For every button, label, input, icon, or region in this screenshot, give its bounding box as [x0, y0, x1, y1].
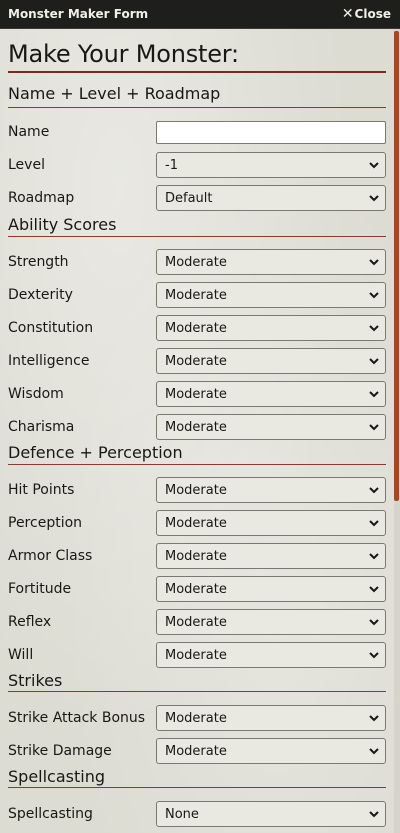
hit-points-select-value: Moderate: [165, 483, 227, 498]
chevron-down-icon: [369, 162, 379, 169]
constitution-select-value: Moderate: [165, 321, 227, 336]
perception-label: Perception: [8, 515, 83, 531]
chevron-down-icon: [369, 520, 379, 527]
strike-damage-label: Strike Damage: [8, 743, 112, 759]
chevron-down-icon: [369, 259, 379, 266]
chevron-down-icon: [369, 487, 379, 494]
section-title-defence: Defence + Perception: [8, 443, 183, 462]
fortitude-select-value: Moderate: [165, 582, 227, 597]
charisma-label: Charisma: [8, 419, 75, 435]
hit-points-select[interactable]: Moderate: [156, 477, 386, 503]
wisdom-select[interactable]: Moderate: [156, 381, 386, 407]
will-select-value: Moderate: [165, 648, 227, 663]
title-divider: [8, 71, 386, 73]
roadmap-select[interactable]: Default: [156, 185, 386, 211]
section-divider: [8, 691, 386, 692]
constitution-select[interactable]: Moderate: [156, 315, 386, 341]
close-label: Close: [354, 7, 391, 21]
reflex-label: Reflex: [8, 614, 52, 630]
chevron-down-icon: [369, 391, 379, 398]
section-divider: [8, 464, 386, 465]
chevron-down-icon: [369, 748, 379, 755]
chevron-down-icon: [369, 811, 379, 818]
section-divider: [8, 787, 386, 788]
strength-label: Strength: [8, 254, 69, 270]
will-label: Will: [8, 647, 34, 663]
level-select-value: -1: [165, 158, 178, 173]
strength-select[interactable]: Moderate: [156, 249, 386, 275]
form-body: Make Your Monster: Name + Level + Roadma…: [0, 29, 394, 833]
roadmap-select-value: Default: [165, 191, 213, 206]
strike-attack-bonus-label: Strike Attack Bonus: [8, 710, 146, 726]
scrollbar-thumb[interactable]: [394, 31, 399, 501]
name-input[interactable]: [156, 121, 386, 144]
fortitude-select[interactable]: Moderate: [156, 576, 386, 602]
chevron-down-icon: [369, 325, 379, 332]
level-label: Level: [8, 157, 45, 173]
spellcasting-select-value: None: [165, 807, 199, 822]
name-label: Name: [8, 124, 50, 140]
chevron-down-icon: [369, 424, 379, 431]
spellcasting-label: Spellcasting: [8, 806, 93, 822]
wisdom-label: Wisdom: [8, 386, 64, 402]
section-title-spellcasting: Spellcasting: [8, 767, 105, 786]
strength-select-value: Moderate: [165, 255, 227, 270]
perception-select-value: Moderate: [165, 516, 227, 531]
page-title: Make Your Monster:: [8, 40, 239, 68]
perception-select[interactable]: Moderate: [156, 510, 386, 536]
section-divider: [8, 236, 386, 237]
intelligence-select-value: Moderate: [165, 354, 227, 369]
chevron-down-icon: [369, 358, 379, 365]
constitution-label: Constitution: [8, 320, 94, 336]
level-select[interactable]: -1: [156, 152, 386, 178]
spellcasting-select[interactable]: None: [156, 801, 386, 827]
scrollbar[interactable]: [394, 29, 400, 833]
window-titlebar: Monster Maker Form ✕Close: [0, 0, 400, 29]
hit-points-label: Hit Points: [8, 482, 75, 498]
window-title: Monster Maker Form: [8, 7, 149, 21]
charisma-select[interactable]: Moderate: [156, 414, 386, 440]
strike-damage-select-value: Moderate: [165, 744, 227, 759]
chevron-down-icon: [369, 619, 379, 626]
dexterity-select-value: Moderate: [165, 288, 227, 303]
section-title-name-level: Name + Level + Roadmap: [8, 84, 221, 103]
strike-attack-bonus-select[interactable]: Moderate: [156, 705, 386, 731]
will-select[interactable]: Moderate: [156, 642, 386, 668]
reflex-select-value: Moderate: [165, 615, 227, 630]
close-button[interactable]: ✕Close: [342, 6, 391, 22]
reflex-select[interactable]: Moderate: [156, 609, 386, 635]
intelligence-label: Intelligence: [8, 353, 90, 369]
wisdom-select-value: Moderate: [165, 387, 227, 402]
roadmap-label: Roadmap: [8, 190, 75, 206]
intelligence-select[interactable]: Moderate: [156, 348, 386, 374]
chevron-down-icon: [369, 553, 379, 560]
chevron-down-icon: [369, 292, 379, 299]
dexterity-select[interactable]: Moderate: [156, 282, 386, 308]
chevron-down-icon: [369, 652, 379, 659]
armor-class-select[interactable]: Moderate: [156, 543, 386, 569]
chevron-down-icon: [369, 195, 379, 202]
armor-class-label: Armor Class: [8, 548, 93, 564]
armor-class-select-value: Moderate: [165, 549, 227, 564]
section-divider: [8, 107, 386, 108]
strike-damage-select[interactable]: Moderate: [156, 738, 386, 764]
dexterity-label: Dexterity: [8, 287, 73, 303]
strike-attack-bonus-select-value: Moderate: [165, 711, 227, 726]
chevron-down-icon: [369, 586, 379, 593]
section-title-strikes: Strikes: [8, 671, 63, 690]
fortitude-label: Fortitude: [8, 581, 72, 597]
charisma-select-value: Moderate: [165, 420, 227, 435]
chevron-down-icon: [369, 715, 379, 722]
section-title-abilities: Ability Scores: [8, 215, 117, 234]
close-icon: ✕: [341, 6, 354, 22]
